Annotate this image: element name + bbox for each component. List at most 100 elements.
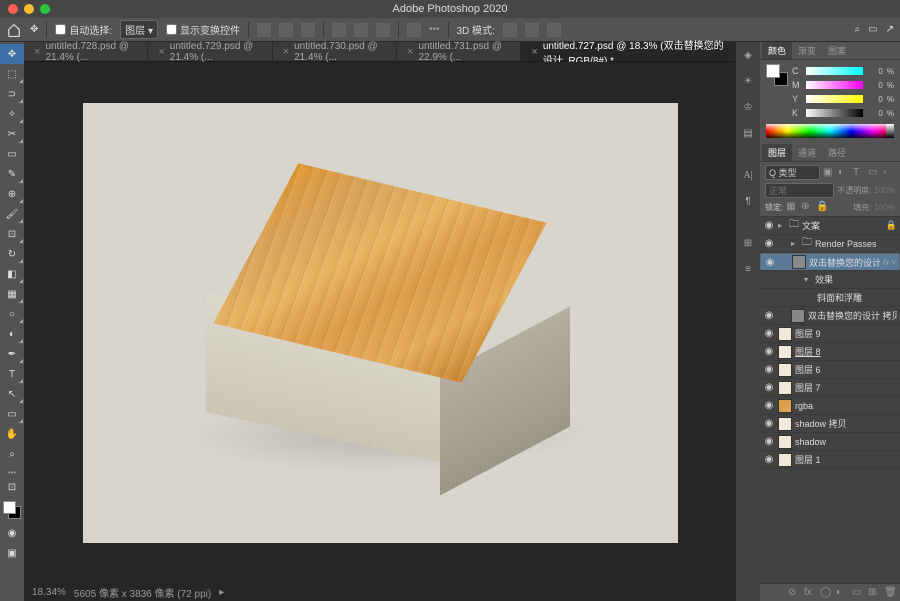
share-icon[interactable]: ↗ <box>886 24 894 35</box>
m-value[interactable]: 0 <box>867 81 883 90</box>
visibility-icon[interactable]: ◉ <box>763 238 775 250</box>
home-icon[interactable] <box>6 22 22 38</box>
document-tab-2[interactable]: ×untitled.730.psd @ 21.4% (... <box>273 42 397 61</box>
visibility-icon[interactable]: ◉ <box>763 400 775 412</box>
pen-tool[interactable]: ✒ <box>0 344 24 364</box>
search-icon[interactable]: ⌕ <box>855 24 861 35</box>
visibility-icon[interactable]: ◉ <box>763 364 775 376</box>
fill-value[interactable]: 100% <box>875 203 895 212</box>
path-tool[interactable]: ↖ <box>0 384 24 404</box>
document-tab-1[interactable]: ×untitled.729.psd @ 21.4% (... <box>148 42 272 61</box>
align-center-icon[interactable] <box>279 23 293 37</box>
shape-tool[interactable]: ▭ <box>0 404 24 424</box>
visibility-icon[interactable]: ◉ <box>763 382 775 394</box>
document-tab-3[interactable]: ×untitled.731.psd @ 22.9% (... <box>397 42 521 61</box>
color-swatch[interactable] <box>3 501 21 519</box>
history-panel-icon[interactable]: ◈ <box>739 46 757 64</box>
character-icon[interactable]: A| <box>739 166 757 184</box>
crop-tool[interactable]: ✂ <box>0 124 24 144</box>
close-tab-icon[interactable]: × <box>531 46 537 58</box>
paragraph-icon[interactable]: ¶ <box>739 192 757 210</box>
filter-img-icon[interactable]: ▣ <box>823 167 835 179</box>
close-tab-icon[interactable]: × <box>34 46 40 58</box>
c-value[interactable]: 0 <box>867 67 883 76</box>
canvas-area[interactable] <box>24 62 736 583</box>
layer-row[interactable]: ◉图层 1 <box>760 451 900 469</box>
opacity-value[interactable]: 100% <box>875 186 895 195</box>
gradient-tool[interactable]: ▦ <box>0 284 24 304</box>
layer-row[interactable]: ◉图层 6 <box>760 361 900 379</box>
healing-tool[interactable]: ⊕ <box>0 184 24 204</box>
align-left-icon[interactable] <box>257 23 271 37</box>
move-tool[interactable]: ✥ <box>0 44 24 64</box>
visibility-icon[interactable]: ◉ <box>763 436 775 448</box>
layer-row[interactable]: ◉图层 9 <box>760 325 900 343</box>
delete-layer-icon[interactable]: 🗑 <box>884 587 896 599</box>
layer-mask-icon[interactable]: ◯ <box>820 587 832 599</box>
show-transform-checkbox[interactable]: 显示变换控件 <box>166 22 240 37</box>
align-top-icon[interactable] <box>332 23 346 37</box>
layer-kind-filter[interactable]: Q 类型 <box>765 165 820 180</box>
type-tool[interactable]: T <box>0 364 24 384</box>
layer-row[interactable]: ◉▸🗀文案🔒 <box>760 217 900 235</box>
layer-row[interactable]: ◉双击替换您的设计fx ˅ <box>760 253 900 271</box>
tab-pattern[interactable]: 图案 <box>822 42 852 59</box>
color-spectrum[interactable] <box>766 124 894 138</box>
lock-all-icon[interactable]: 🔒 <box>816 201 828 213</box>
y-slider[interactable] <box>806 95 863 103</box>
layer-row[interactable]: ◉rgba <box>760 397 900 415</box>
lock-position-icon[interactable]: ⊕ <box>801 201 813 213</box>
close-window[interactable] <box>8 4 18 14</box>
layer-fx-icon[interactable]: fx <box>804 587 816 599</box>
mode3d-icon-3[interactable] <box>547 23 561 37</box>
align-middle-icon[interactable] <box>354 23 368 37</box>
stamp-tool[interactable]: ⊡ <box>0 224 24 244</box>
k-slider[interactable] <box>806 109 863 117</box>
tab-paths[interactable]: 路径 <box>822 144 852 161</box>
align-right-icon[interactable] <box>301 23 315 37</box>
blend-mode[interactable]: 正常 <box>765 183 834 198</box>
filter-smart-icon[interactable]: ▫ <box>883 167 895 179</box>
document-tab-4[interactable]: ×untitled.727.psd @ 18.3% (双击替换您的设计, RGB… <box>521 42 736 61</box>
zoom-level[interactable]: 18.34% <box>32 587 66 598</box>
close-tab-icon[interactable]: × <box>283 46 289 58</box>
zoom-tool[interactable]: ⌕ <box>0 444 24 464</box>
hand-tool[interactable]: ✋ <box>0 424 24 444</box>
properties-icon[interactable]: ▤ <box>739 124 757 142</box>
m-slider[interactable] <box>806 81 863 89</box>
frame-tool[interactable]: ▭ <box>0 144 24 164</box>
tab-color[interactable]: 颜色 <box>762 42 792 59</box>
new-group-icon[interactable]: ▭ <box>852 587 864 599</box>
visibility-icon[interactable] <box>763 292 775 304</box>
auto-select-target[interactable]: 图层 ▾ <box>120 20 158 39</box>
tab-channels[interactable]: 通道 <box>792 144 822 161</box>
quickmask-tool[interactable]: ◉ <box>0 523 24 543</box>
mode3d-icon-2[interactable] <box>525 23 539 37</box>
visibility-icon[interactable] <box>763 274 775 286</box>
fgbg-mini[interactable] <box>766 64 788 86</box>
visibility-icon[interactable]: ◉ <box>763 454 775 466</box>
magic-wand-tool[interactable]: ✧ <box>0 104 24 124</box>
distribute-h-icon[interactable] <box>407 23 421 37</box>
link-layers-icon[interactable]: ⊘ <box>788 587 800 599</box>
visibility-icon[interactable]: ◉ <box>763 310 775 322</box>
tab-gradient[interactable]: 渐变 <box>792 42 822 59</box>
c-slider[interactable] <box>806 67 863 75</box>
visibility-icon[interactable]: ◉ <box>763 418 775 430</box>
mode3d-icon-1[interactable] <box>503 23 517 37</box>
adjust-panel-icon[interactable]: ☀ <box>739 72 757 90</box>
screenmode-tool[interactable]: ▣ <box>0 543 24 563</box>
layer-row[interactable]: ◉图层 7 <box>760 379 900 397</box>
visibility-icon[interactable]: ◉ <box>763 328 775 340</box>
layer-row[interactable]: ▾效果 <box>760 271 900 289</box>
layer-row[interactable]: ◉双击替换您的设计 拷贝 <box>760 307 900 325</box>
history-brush-tool[interactable]: ↻ <box>0 244 24 264</box>
adjustment-layer-icon[interactable]: ◐ <box>836 587 848 599</box>
brush-tool[interactable]: 🖌 <box>0 204 24 224</box>
lasso-tool[interactable]: ⊃ <box>0 84 24 104</box>
lock-pixels-icon[interactable]: ▦ <box>786 201 798 213</box>
document[interactable] <box>83 103 678 543</box>
filter-adj-icon[interactable]: ◐ <box>838 167 850 179</box>
libraries-icon[interactable]: ♔ <box>739 98 757 116</box>
dodge-tool[interactable]: ◐ <box>0 324 24 344</box>
